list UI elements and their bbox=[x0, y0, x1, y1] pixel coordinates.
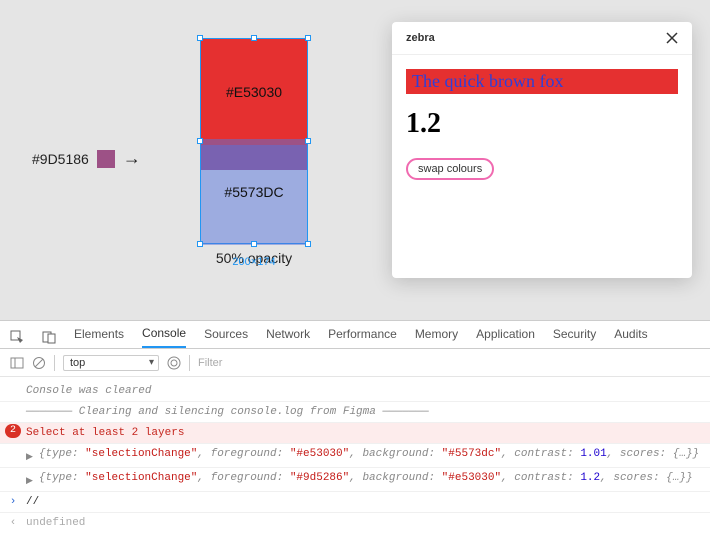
swap-colours-button[interactable]: swap colours bbox=[406, 158, 494, 180]
console-silence-msg: ——————— Clearing and silencing console.l… bbox=[26, 403, 429, 421]
console-input-text[interactable]: // bbox=[26, 493, 39, 511]
figma-canvas[interactable]: #9D5186 → #E53030 #5573DC 200×174 50% op… bbox=[0, 0, 710, 320]
tab-elements[interactable]: Elements bbox=[74, 327, 124, 347]
clear-console-icon[interactable] bbox=[32, 356, 46, 370]
resize-handle-br[interactable] bbox=[305, 241, 311, 247]
resize-handle-bm[interactable] bbox=[251, 241, 257, 247]
rect-blue[interactable]: #5573DC bbox=[201, 139, 307, 245]
console-cleared-msg: Console was cleared bbox=[26, 382, 151, 400]
swatch-hex-label: #9D5186 bbox=[32, 151, 89, 167]
tab-performance[interactable]: Performance bbox=[328, 327, 397, 347]
console-object-2[interactable]: ▶ {type: "selectionChange", foreground: … bbox=[0, 468, 710, 492]
sidebar-toggle-icon[interactable] bbox=[10, 356, 24, 370]
resize-handle-mr[interactable] bbox=[305, 138, 311, 144]
resize-handle-ml[interactable] bbox=[197, 138, 203, 144]
disclosure-triangle-icon[interactable]: ▶ bbox=[26, 448, 33, 466]
inspect-element-icon[interactable] bbox=[10, 330, 24, 344]
disclosure-triangle-icon[interactable]: ▶ bbox=[26, 472, 33, 490]
console-undefined: undefined bbox=[26, 514, 85, 532]
tab-sources[interactable]: Sources bbox=[204, 327, 248, 347]
console-prompt-icon: › bbox=[6, 493, 20, 511]
rect-blue-label: #5573DC bbox=[224, 184, 283, 200]
console-error-msg: Select at least 2 layers bbox=[26, 424, 184, 442]
console-return-icon: ‹ bbox=[6, 514, 20, 532]
resize-handle-tm[interactable] bbox=[251, 35, 257, 41]
error-count-badge: 2 bbox=[5, 424, 21, 438]
resize-handle-bl[interactable] bbox=[197, 241, 203, 247]
selection-dimensions: 200×174 bbox=[232, 256, 275, 268]
console-toolbar: top Filter bbox=[0, 349, 710, 377]
tab-memory[interactable]: Memory bbox=[415, 327, 458, 347]
arrow-right-icon: → bbox=[123, 148, 141, 169]
tab-security[interactable]: Security bbox=[553, 327, 596, 347]
live-expression-icon[interactable] bbox=[167, 356, 181, 370]
selection-frame[interactable]: #E53030 #5573DC 200×174 bbox=[200, 38, 308, 244]
rect-red-label: #E53030 bbox=[226, 84, 282, 100]
tab-console[interactable]: Console bbox=[142, 326, 186, 348]
console-filter-input[interactable]: Filter bbox=[198, 357, 700, 369]
plugin-title: zebra bbox=[406, 32, 435, 44]
resize-handle-tr[interactable] bbox=[305, 35, 311, 41]
devtools-tabs: Elements Console Sources Network Perform… bbox=[0, 321, 710, 349]
tab-audits[interactable]: Audits bbox=[614, 327, 647, 347]
device-toolbar-icon[interactable] bbox=[42, 330, 56, 344]
execution-context-select[interactable]: top bbox=[63, 355, 159, 371]
tab-application[interactable]: Application bbox=[476, 327, 535, 347]
rect-red[interactable]: #E53030 bbox=[201, 39, 307, 145]
contrast-sample-text: The quick brown fox bbox=[406, 69, 678, 94]
devtools-panel: Elements Console Sources Network Perform… bbox=[0, 320, 710, 541]
console-object-1[interactable]: ▶ {type: "selectionChange", foreground: … bbox=[0, 444, 710, 468]
console-output: Console was cleared ——————— Clearing and… bbox=[0, 377, 710, 541]
resize-handle-tl[interactable] bbox=[197, 35, 203, 41]
plugin-panel[interactable]: zebra The quick brown fox 1.2 swap colou… bbox=[392, 22, 692, 278]
swatch-sample bbox=[97, 150, 115, 168]
tab-network[interactable]: Network bbox=[266, 327, 310, 347]
contrast-ratio: 1.2 bbox=[406, 108, 678, 140]
close-icon[interactable] bbox=[666, 32, 678, 44]
